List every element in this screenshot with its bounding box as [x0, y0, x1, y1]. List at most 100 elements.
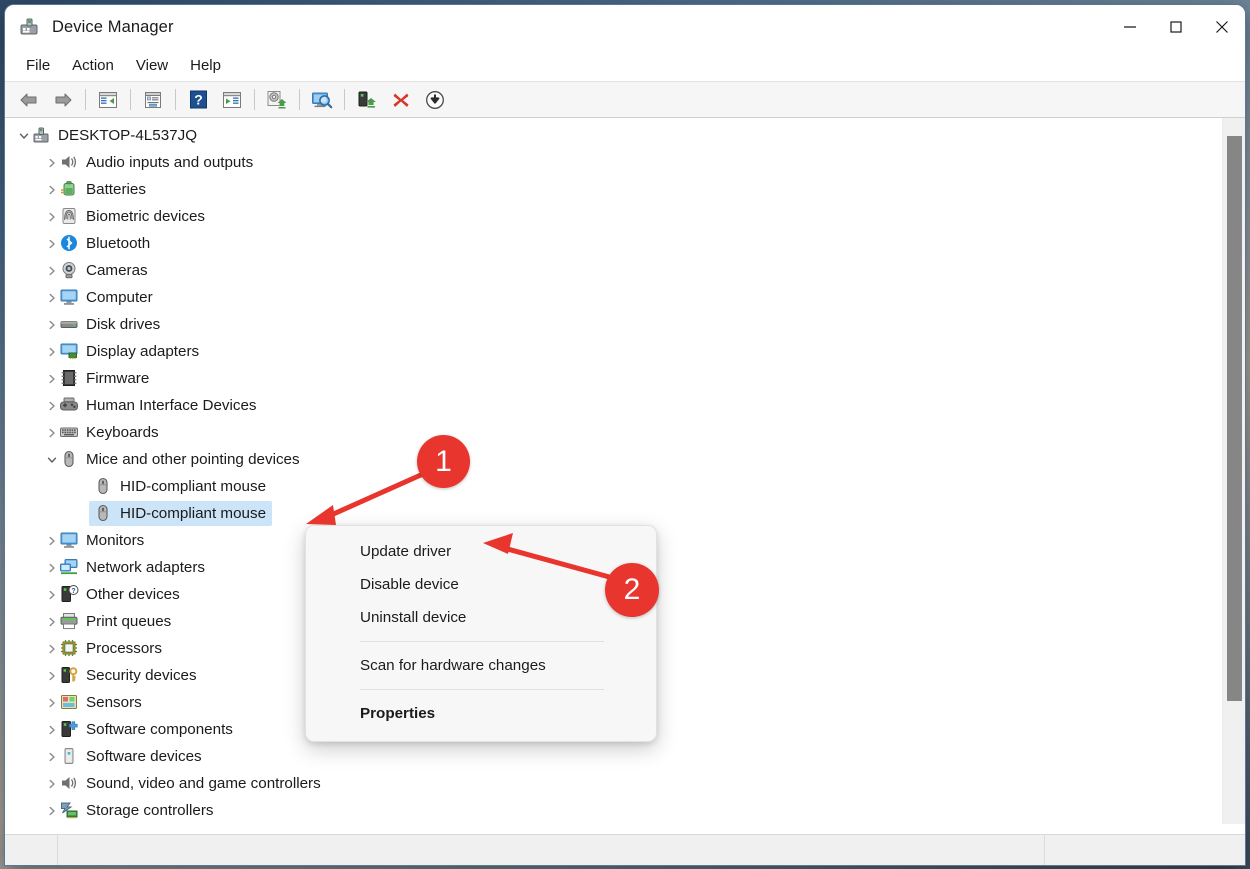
tree-item-label: Network adapters [86, 558, 206, 576]
tree-item-content[interactable]: Monitors [55, 528, 150, 553]
mouse-icon [93, 476, 113, 496]
menu-help[interactable]: Help [179, 53, 232, 78]
context-menu-item-scan-for-hardware-changes[interactable]: Scan for hardware changes [306, 649, 656, 682]
tree-item-content[interactable]: Software devices [55, 744, 208, 769]
forward-button[interactable] [46, 85, 80, 114]
tree-item-label: Keyboards [86, 423, 159, 441]
tree-item-label: Batteries [86, 180, 146, 198]
software-component-icon [59, 719, 79, 739]
tree-item-content[interactable]: Network adapters [55, 555, 211, 580]
tree-item-label: Print queues [86, 612, 172, 630]
tree-item-content[interactable]: Print queues [55, 609, 177, 634]
close-button[interactable] [1199, 5, 1245, 49]
tree-item-content[interactable]: Keyboards [55, 420, 165, 445]
svg-text:?: ? [71, 588, 75, 595]
tree-item-content[interactable]: Audio inputs and outputs [55, 150, 259, 175]
tree-item[interactable]: Disk drives [5, 311, 1223, 338]
tree-item-content[interactable]: HID-compliant mouse [89, 474, 272, 499]
minimize-button[interactable] [1107, 5, 1153, 49]
disable-device-button[interactable] [418, 85, 452, 114]
tree-item-content[interactable]: Batteries [55, 177, 152, 202]
toolbar-separator [299, 89, 300, 110]
menu-action[interactable]: Action [61, 53, 125, 78]
context-menu-item-update-driver[interactable]: Update driver [306, 535, 656, 568]
tree-item[interactable]: Computer [5, 284, 1223, 311]
window-controls [1107, 5, 1245, 49]
disk-drive-icon [59, 314, 79, 334]
back-button[interactable] [12, 85, 46, 114]
tree-item-content[interactable]: Sound, video and game controllers [55, 771, 327, 796]
tree-item[interactable]: Mice and other pointing devices [5, 446, 1223, 473]
tree-item[interactable]: Display adapters [5, 338, 1223, 365]
software-device-icon [59, 746, 79, 766]
properties-button[interactable] [136, 85, 170, 114]
display-adapter-icon [59, 341, 79, 361]
fingerprint-icon [59, 206, 79, 226]
tree-item-selected[interactable]: HID-compliant mouse [5, 500, 1223, 527]
tree-item-content[interactable]: Computer [55, 285, 159, 310]
tree-item-label: Sound, video and game controllers [86, 774, 321, 792]
device-context-menu[interactable]: Update driver Disable device Uninstall d… [305, 525, 657, 742]
processor-icon [59, 638, 79, 658]
tree-item-content[interactable]: Cameras [55, 258, 154, 283]
context-menu-item-disable-device[interactable]: Disable device [306, 568, 656, 601]
monitor-icon [59, 287, 79, 307]
tree-item[interactable]: Firmware [5, 365, 1223, 392]
tree-item-content[interactable]: Software components [55, 717, 239, 742]
tree-item-content[interactable]: Bluetooth [55, 231, 156, 256]
tree-item-content[interactable]: Sensors [55, 690, 148, 715]
help-button[interactable]: ? [181, 85, 215, 114]
show-hide-console-tree-button[interactable] [91, 85, 125, 114]
tree-item[interactable]: Batteries [5, 176, 1223, 203]
tree-item-content[interactable]: ? Other devices [55, 582, 186, 607]
maximize-button[interactable] [1153, 5, 1199, 49]
tree-item-content[interactable]: Human Interface Devices [55, 393, 263, 418]
toolbar-separator [344, 89, 345, 110]
tree-item[interactable]: Sound, video and game controllers [5, 770, 1223, 797]
window-title: Device Manager [52, 17, 174, 36]
tree-item[interactable]: HID-compliant mouse [5, 473, 1223, 500]
tree-item-content[interactable]: Biometric devices [55, 204, 211, 229]
scan-for-hardware-changes-button[interactable] [305, 85, 339, 114]
update-driver-button[interactable] [260, 85, 294, 114]
menu-view[interactable]: View [125, 53, 179, 78]
speaker-icon [59, 773, 79, 793]
tree-item[interactable]: Keyboards [5, 419, 1223, 446]
tree-item[interactable]: Storage controllers [5, 797, 1223, 824]
tree-item-content[interactable]: HID-compliant mouse [89, 501, 273, 526]
tree-item-label: Computer [86, 288, 153, 306]
vertical-scrollbar[interactable] [1222, 118, 1245, 824]
tree-item-content[interactable]: Processors [55, 636, 168, 661]
toolbar-separator [254, 89, 255, 110]
tree-item-label: Human Interface Devices [86, 396, 257, 414]
tree-item[interactable]: Bluetooth [5, 230, 1223, 257]
context-menu-item-uninstall-device[interactable]: Uninstall device [306, 601, 656, 634]
tree-item-content[interactable]: Display adapters [55, 339, 205, 364]
uninstall-device-button[interactable] [384, 85, 418, 114]
tree-item[interactable]: DESKTOP-4L537JQ [5, 122, 1223, 149]
tree-item-label: Software components [86, 720, 233, 738]
tree-item-content[interactable]: Mice and other pointing devices [55, 447, 306, 472]
mouse-icon [59, 449, 79, 469]
toolbar: ? [5, 81, 1245, 118]
tree-item[interactable]: Cameras [5, 257, 1223, 284]
tree-item-content[interactable]: Security devices [55, 663, 203, 688]
menu-file[interactable]: File [15, 53, 61, 78]
enable-device-button[interactable] [350, 85, 384, 114]
printer-icon [59, 611, 79, 631]
scrollbar-thumb[interactable] [1227, 136, 1242, 701]
context-menu-item-properties[interactable]: Properties [306, 697, 656, 730]
tree-item[interactable]: Audio inputs and outputs [5, 149, 1223, 176]
tree-item-content[interactable]: Storage controllers [55, 798, 219, 823]
tree-item[interactable]: Human Interface Devices [5, 392, 1223, 419]
tree-item-content[interactable]: Firmware [55, 366, 155, 391]
tree-item-content[interactable]: Disk drives [55, 312, 166, 337]
show-hide-action-pane-button[interactable] [215, 85, 249, 114]
tree-item-label: HID-compliant mouse [120, 477, 267, 495]
speaker-icon [59, 152, 79, 172]
tree-item-content[interactable]: DESKTOP-4L537JQ [27, 123, 203, 148]
tree-item[interactable]: Biometric devices [5, 203, 1223, 230]
sensors-icon [59, 692, 79, 712]
status-bar [5, 834, 1245, 865]
tree-item[interactable]: Software devices [5, 743, 1223, 770]
